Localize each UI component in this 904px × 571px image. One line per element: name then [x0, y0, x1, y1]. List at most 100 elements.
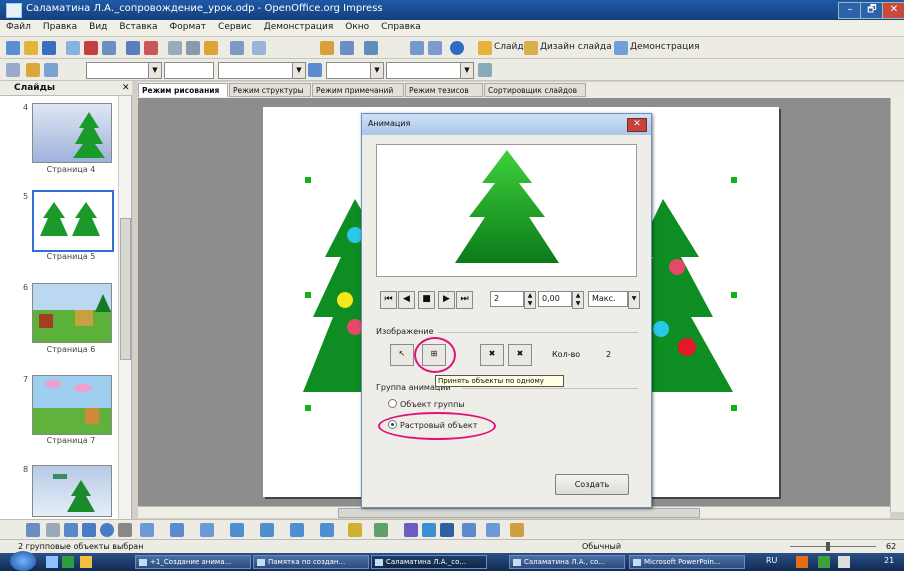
flowchart-icon[interactable] [290, 523, 304, 537]
selection-handle[interactable] [305, 177, 311, 183]
prev-frame-button[interactable]: ◀ [398, 291, 415, 309]
duration-input[interactable]: 0,00 [538, 291, 572, 307]
volume-icon[interactable] [838, 556, 850, 568]
slide-thumbnail-7[interactable] [32, 375, 112, 435]
delete-current-image-icon[interactable]: ✖ [480, 344, 504, 366]
gallery-tool-icon[interactable] [440, 523, 454, 537]
from-file-icon[interactable] [422, 523, 436, 537]
line-width-input[interactable] [164, 62, 214, 79]
tab-slide-sorter[interactable]: Сортировщик слайдов [484, 83, 586, 97]
delete-all-images-icon[interactable]: ✖ [508, 344, 532, 366]
select-icon[interactable] [26, 523, 40, 537]
ellipse-tool-icon[interactable] [100, 523, 114, 537]
save-icon[interactable] [42, 41, 56, 55]
chevron-down-icon[interactable]: ▼ [628, 291, 640, 309]
taskbar-item[interactable]: Саламатина Л.А., со... [509, 555, 625, 569]
last-frame-button[interactable]: ⏭ [456, 291, 473, 309]
menu-format[interactable]: Формат [164, 20, 213, 32]
rectangle-tool-icon[interactable] [82, 523, 96, 537]
slide-icon[interactable] [478, 41, 492, 55]
vertical-scrollbar[interactable] [890, 98, 904, 512]
tab-drawing[interactable]: Режим рисования [138, 83, 228, 97]
taskbar-item[interactable]: +1_Создание анима... [135, 555, 251, 569]
chart-icon[interactable] [320, 41, 334, 55]
alignment-icon[interactable] [486, 523, 500, 537]
taskbar-item[interactable]: Microsoft PowerPoin... [629, 555, 745, 569]
slide-design-button[interactable]: Дизайн слайда [540, 42, 612, 52]
line-icon[interactable] [26, 63, 40, 77]
selection-handle[interactable] [731, 292, 737, 298]
menu-insert[interactable]: Вставка [113, 20, 163, 32]
frame-number-input[interactable]: 2 [490, 291, 524, 307]
gallery-icon[interactable] [428, 41, 442, 55]
taskbar-item[interactable]: Памятка по создан... [253, 555, 369, 569]
slide-button[interactable]: Слайд [494, 42, 524, 52]
basic-shapes-icon[interactable] [200, 523, 214, 537]
text-tool-icon[interactable] [118, 523, 132, 537]
radio-button[interactable] [388, 399, 397, 408]
tab-outline[interactable]: Режим структуры [229, 83, 311, 97]
close-button[interactable]: ✕ [882, 2, 904, 19]
first-frame-button[interactable]: ⏮ [380, 291, 397, 309]
edit-file-icon[interactable] [66, 41, 80, 55]
arrow-tool-icon[interactable] [64, 523, 78, 537]
slide-thumbnail-6[interactable] [32, 283, 112, 343]
menu-file[interactable]: Файл [0, 20, 37, 32]
area-fill-select[interactable] [386, 62, 462, 79]
maximize-button[interactable]: 🗗 [860, 2, 884, 19]
slideshow-icon[interactable] [614, 41, 628, 55]
extrusion-icon[interactable] [462, 523, 476, 537]
redo-icon[interactable] [252, 41, 266, 55]
table-icon[interactable] [340, 41, 354, 55]
arrange-icon[interactable] [510, 523, 524, 537]
spellcheck-icon[interactable] [126, 41, 140, 55]
paste-icon[interactable] [204, 41, 218, 55]
style-icon[interactable] [6, 63, 20, 77]
play-button[interactable]: ▶ [438, 291, 455, 309]
selection-handle[interactable] [731, 177, 737, 183]
quick-launch-icon[interactable] [80, 556, 92, 568]
create-button[interactable]: Создать [555, 474, 629, 495]
menu-help[interactable]: Справка [375, 20, 427, 32]
apply-object-icon[interactable]: ↖ [390, 344, 414, 366]
open-icon[interactable] [24, 41, 38, 55]
curve-tool-icon[interactable] [140, 523, 154, 537]
slide-design-icon[interactable] [524, 41, 538, 55]
close-icon[interactable]: ✕ [122, 83, 130, 93]
tab-notes[interactable]: Режим примечаний [312, 83, 404, 97]
loop-count-select[interactable]: Макс. [588, 291, 628, 307]
menu-view[interactable]: Вид [83, 20, 113, 32]
autospell-icon[interactable] [144, 41, 158, 55]
callouts-icon[interactable] [320, 523, 334, 537]
selection-handle[interactable] [305, 405, 311, 411]
language-indicator[interactable]: RU [766, 556, 777, 565]
line-color-select[interactable] [218, 62, 294, 79]
export-pdf-icon[interactable] [84, 41, 98, 55]
area-style-select[interactable] [326, 62, 372, 79]
fontwork-icon[interactable] [404, 523, 418, 537]
chevron-down-icon[interactable]: ▼ [148, 62, 162, 79]
chevron-down-icon[interactable]: ▼ [460, 62, 474, 79]
zoom-slider[interactable] [790, 546, 876, 547]
slide-thumbnail-4[interactable] [32, 103, 112, 163]
print-icon[interactable] [102, 41, 116, 55]
selection-handle[interactable] [305, 292, 311, 298]
frame-spinner[interactable]: ▲ ▼ [524, 291, 536, 309]
duration-spinner[interactable]: ▲ ▼ [572, 291, 584, 309]
menu-slideshow[interactable]: Демонстрация [258, 20, 340, 32]
slide-thumbnail-8[interactable] [32, 465, 112, 517]
block-arrows-icon[interactable] [260, 523, 274, 537]
menu-window[interactable]: Окно [339, 20, 375, 32]
symbol-shapes-icon[interactable] [230, 523, 244, 537]
connector-tool-icon[interactable] [170, 523, 184, 537]
slide-thumbnail-5[interactable] [32, 190, 114, 252]
area-icon[interactable] [308, 63, 322, 77]
slides-panel-scrollbar[interactable] [118, 96, 131, 520]
help-icon[interactable] [450, 41, 464, 55]
zoom-slider-thumb[interactable] [826, 542, 830, 551]
start-button[interactable] [10, 551, 36, 571]
slideshow-button[interactable]: Демонстрация [630, 42, 700, 52]
cut-icon[interactable] [168, 41, 182, 55]
radio-group-object[interactable]: Объект группы [388, 399, 465, 409]
minimize-button[interactable]: – [838, 2, 862, 19]
